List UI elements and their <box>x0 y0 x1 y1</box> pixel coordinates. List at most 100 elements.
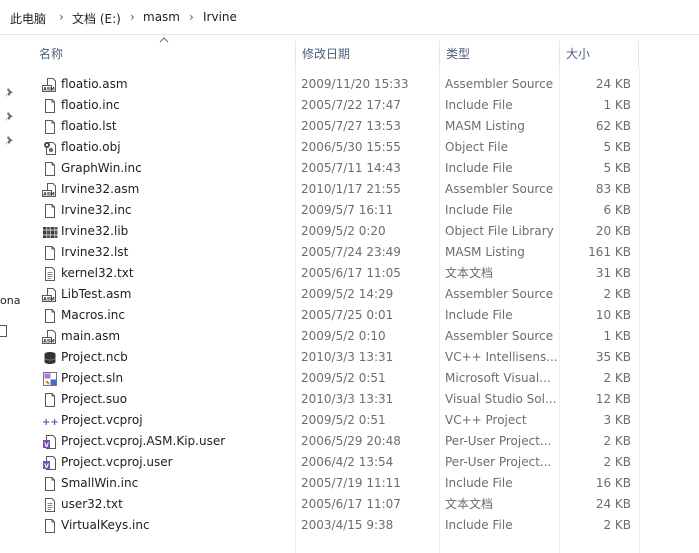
file-name: Irvine32.asm <box>61 182 140 196</box>
column-header-type[interactable]: 类型 <box>439 41 559 68</box>
file-row[interactable]: floatio.inc 2005/7/22 17:47 Include File 1 … <box>40 95 636 116</box>
file-row[interactable]: ++ Project.vcproj 2009/5/2 0:51 VC++ Projec… <box>40 410 636 431</box>
file-size: 6 KB <box>603 203 631 217</box>
file-row[interactable]: V Project.vcproj.user 2006/4/2 13:54 Per-Us… <box>40 452 636 473</box>
pin-icon[interactable] <box>4 87 16 99</box>
document-icon <box>42 161 58 177</box>
document-icon <box>42 98 58 114</box>
file-size: 62 KB <box>595 119 631 133</box>
file-row[interactable]: Project.suo 2010/3/3 13:31 Visual Studio S… <box>40 389 636 410</box>
file-row[interactable]: SmallWin.inc 2005/7/19 11:11 Include File 1… <box>40 473 636 494</box>
file-row[interactable]: VirtualKeys.inc 2003/4/15 9:38 Include Fil… <box>40 515 636 536</box>
file-date-modified: 2009/5/2 0:20 <box>301 224 386 238</box>
asm-file-icon: ASM <box>42 287 58 303</box>
file-row[interactable]: ASM main.asm 2009/5/2 0:10 Assembler Source… <box>40 326 636 347</box>
document-icon <box>42 392 58 408</box>
library-icon <box>42 224 58 240</box>
file-type: Assembler Source <box>445 182 554 196</box>
file-date-modified: 2009/5/2 0:51 <box>301 413 386 427</box>
file-type: Assembler Source <box>445 329 554 343</box>
database-icon <box>42 350 58 366</box>
file-name: Project.ncb <box>61 350 128 364</box>
breadcrumb-separator-icon[interactable]: › <box>59 10 64 24</box>
file-row[interactable]: ASM Irvine32.asm 2010/1/17 21:55 Assembler … <box>40 179 636 200</box>
file-row[interactable]: Irvine32.lst 2005/7/24 23:49 MASM Listing 1… <box>40 242 636 263</box>
svg-text:ASM: ASM <box>43 86 55 92</box>
file-name: floatio.inc <box>61 98 120 112</box>
file-size: 1 KB <box>603 329 631 343</box>
file-size: 1 KB <box>603 98 631 112</box>
file-row[interactable]: Project.sln 2009/5/2 0:51 Microsoft Visual… <box>40 368 636 389</box>
file-row[interactable]: floatio.obj 2006/5/30 15:55 Object File 5 K… <box>40 137 636 158</box>
file-date-modified: 2009/5/2 0:51 <box>301 371 386 385</box>
file-row[interactable]: Irvine32.lib 2009/5/2 0:20 Object File Lib… <box>40 221 636 242</box>
pin-icon[interactable] <box>4 135 16 147</box>
file-row[interactable]: kernel32.txt 2005/6/17 11:05 文本文档 31 KB <box>40 263 636 284</box>
svg-text:++: ++ <box>42 417 58 428</box>
file-size: 16 KB <box>595 476 631 490</box>
file-date-modified: 2005/7/22 17:47 <box>301 98 401 112</box>
file-type: Assembler Source <box>445 77 554 91</box>
file-name: user32.txt <box>61 497 123 511</box>
file-row[interactable]: floatio.lst 2005/7/27 13:53 MASM Listing 62… <box>40 116 636 137</box>
file-row[interactable]: ASM floatio.asm 2009/11/20 15:33 Assembler … <box>40 74 636 95</box>
object-file-icon <box>42 140 58 156</box>
breadcrumb-this-pc[interactable]: 此电脑 <box>10 10 46 27</box>
breadcrumb-separator-icon[interactable]: › <box>130 10 135 24</box>
file-row[interactable]: ASM LibTest.asm 2009/5/2 14:29 Assembler So… <box>40 284 636 305</box>
file-type: Assembler Source <box>445 287 554 301</box>
file-date-modified: 2005/7/27 13:53 <box>301 119 401 133</box>
file-type: Include File <box>445 476 513 490</box>
nav-item-clipped[interactable]: ona <box>0 294 20 307</box>
file-row[interactable]: Macros.inc 2005/7/25 0:01 Include File 10 K… <box>40 305 636 326</box>
file-name: floatio.obj <box>61 140 121 154</box>
file-row[interactable]: GraphWin.inc 2005/7/11 14:43 Include File 5… <box>40 158 636 179</box>
asm-file-icon: ASM <box>42 77 58 93</box>
file-date-modified: 2005/7/24 23:49 <box>301 245 401 259</box>
pin-icon[interactable] <box>4 111 16 123</box>
column-header-name[interactable]: 名称 <box>33 41 295 68</box>
file-date-modified: 2003/4/15 9:38 <box>301 518 394 532</box>
file-date-modified: 2005/7/11 14:43 <box>301 161 401 175</box>
file-date-modified: 2005/7/25 0:01 <box>301 308 394 322</box>
breadcrumb-masm[interactable]: masm <box>143 10 180 24</box>
asm-file-icon: ASM <box>42 329 58 345</box>
text-file-icon <box>42 266 58 282</box>
file-size: 24 KB <box>595 77 631 91</box>
file-size: 2 KB <box>603 371 631 385</box>
svg-text:ASM: ASM <box>43 296 55 302</box>
file-type: Object File <box>445 140 508 154</box>
file-row[interactable]: Project.ncb 2010/3/3 13:31 VC++ Intellisen… <box>40 347 636 368</box>
breadcrumb-irvine[interactable]: Irvine <box>203 10 237 24</box>
file-size: 2 KB <box>603 518 631 532</box>
file-row[interactable]: Irvine32.inc 2009/5/7 16:11 Include File 6 … <box>40 200 636 221</box>
file-size: 2 KB <box>603 287 631 301</box>
column-header-size[interactable]: 大小 <box>559 41 639 68</box>
file-name: SmallWin.inc <box>61 476 139 490</box>
file-size: 31 KB <box>595 266 631 280</box>
file-size: 3 KB <box>603 413 631 427</box>
file-size: 35 KB <box>595 350 631 364</box>
file-date-modified: 2010/3/3 13:31 <box>301 392 394 406</box>
breadcrumb-separator-icon[interactable]: › <box>189 10 194 24</box>
nav-item-icon[interactable] <box>0 325 7 337</box>
text-file-icon <box>42 497 58 513</box>
file-size: 24 KB <box>595 497 631 511</box>
file-type: Object File Library <box>445 224 554 238</box>
file-size: 20 KB <box>595 224 631 238</box>
file-row[interactable]: V Project.vcproj.ASM.Kip.user 2006/5/29 20… <box>40 431 636 452</box>
document-icon <box>42 119 58 135</box>
user-project-icon: V <box>42 455 58 471</box>
column-header-date[interactable]: 修改日期 <box>295 41 439 68</box>
file-type: 文本文档 <box>445 497 494 511</box>
file-date-modified: 2009/5/2 0:10 <box>301 329 386 343</box>
file-row[interactable]: user32.txt 2005/6/17 11:07 文本文档 24 KB <box>40 494 636 515</box>
column-header-row: 名称 修改日期 类型 大小 <box>22 41 699 68</box>
solution-icon <box>42 371 58 387</box>
file-type: Include File <box>445 203 513 217</box>
document-icon <box>42 476 58 492</box>
file-type: VC++ Intellisens... <box>445 350 557 364</box>
breadcrumb-drive-e[interactable]: 文档 (E:) <box>72 10 121 27</box>
file-name: VirtualKeys.inc <box>61 518 150 532</box>
file-size: 5 KB <box>603 161 631 175</box>
